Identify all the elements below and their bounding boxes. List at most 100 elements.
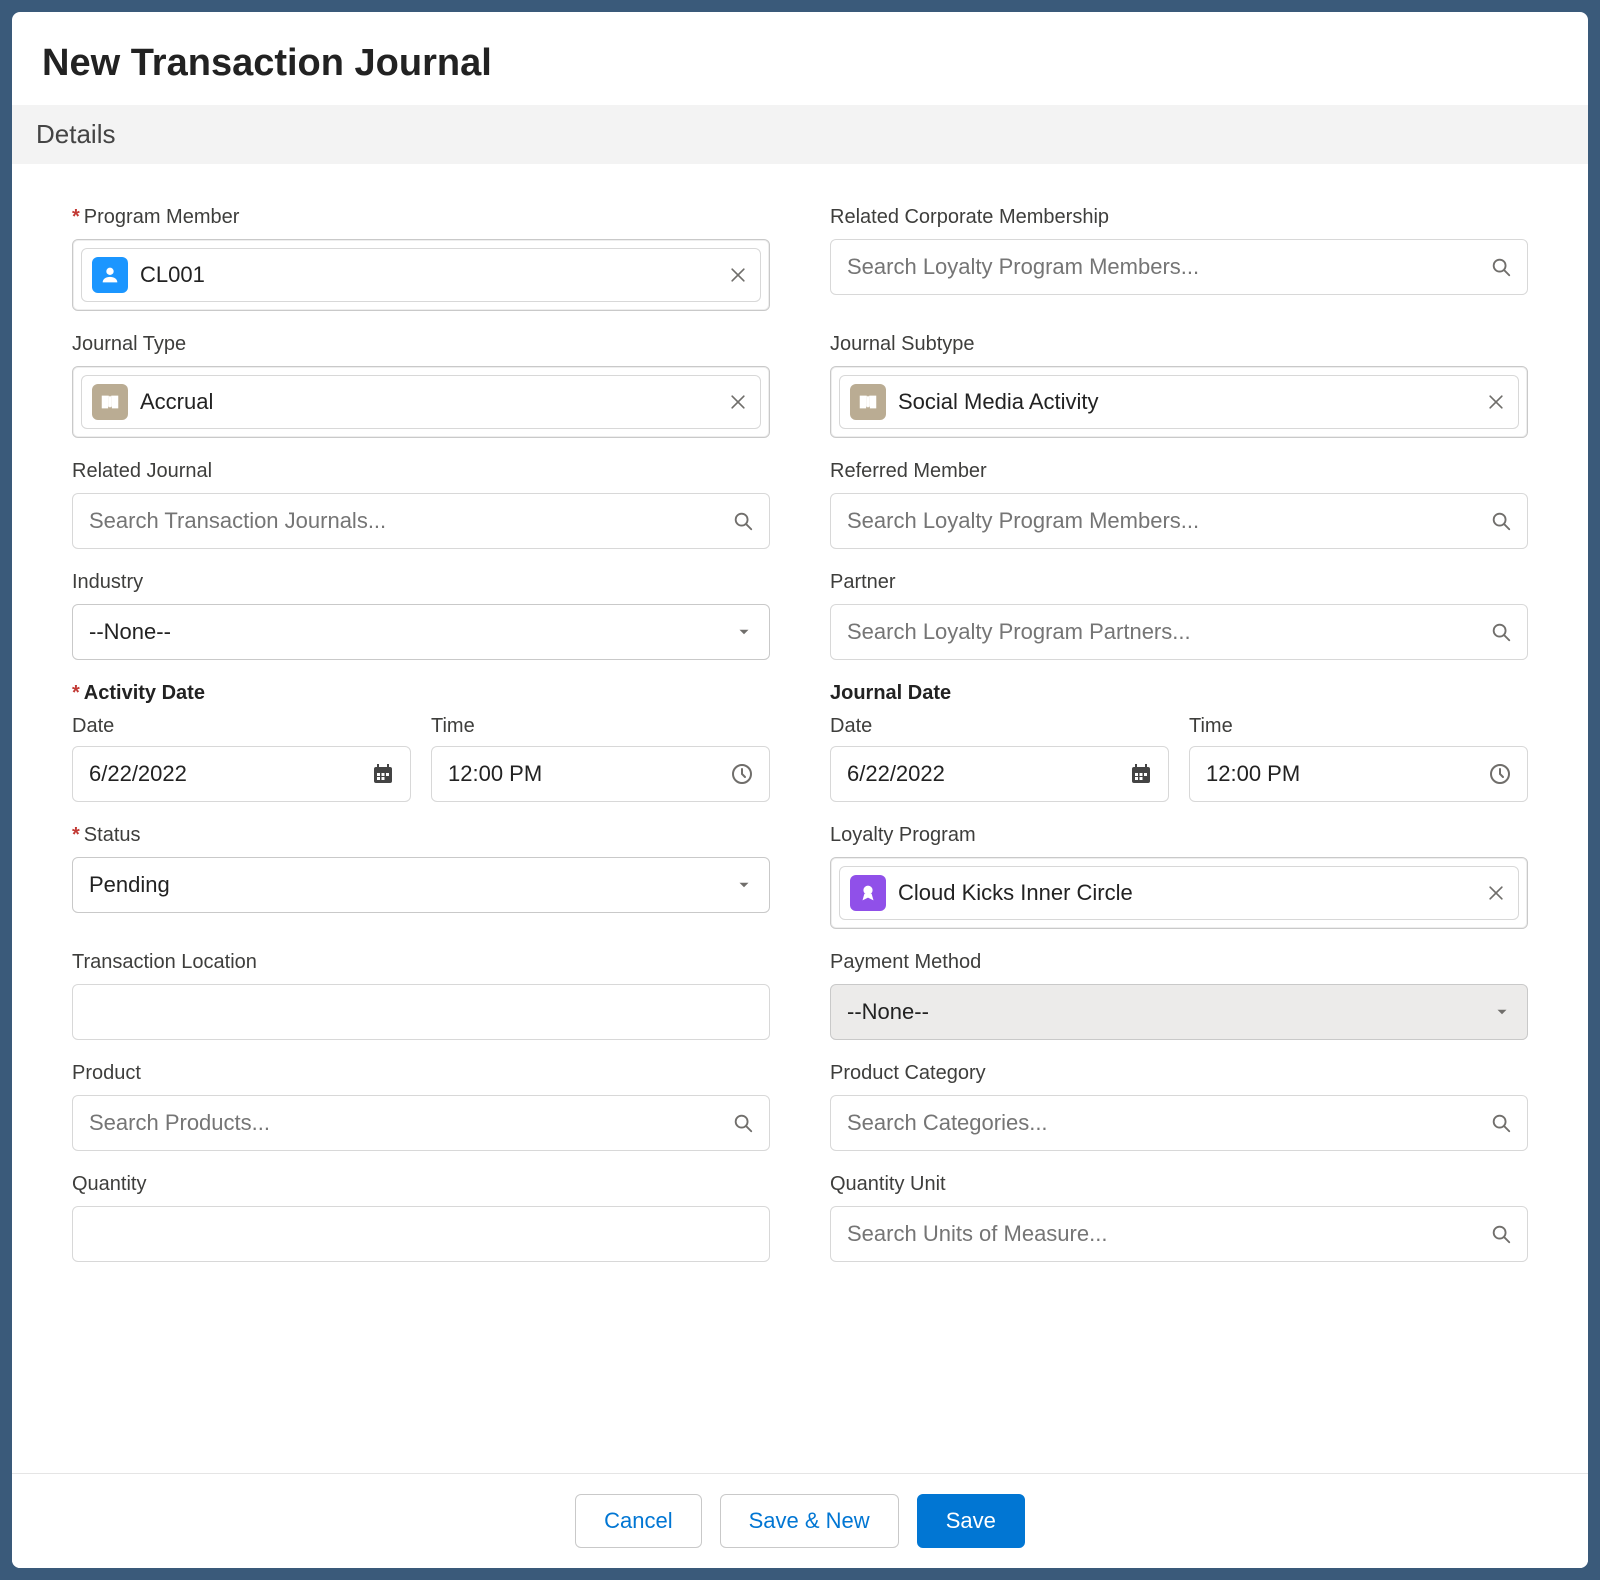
search-icon [1490, 621, 1512, 643]
label-related-corporate-membership: Related Corporate Membership [830, 206, 1109, 229]
new-transaction-journal-modal: New Transaction Journal Details *Program… [12, 12, 1588, 1568]
label-referred-member: Referred Member [830, 460, 987, 483]
label-quantity: Quantity [72, 1173, 146, 1196]
journal-time-input[interactable] [1189, 746, 1528, 802]
field-industry: Industry --None-- [72, 571, 770, 660]
field-status: *Status Pending [72, 824, 770, 929]
label-activity-date: Activity Date [84, 682, 205, 705]
label-industry: Industry [72, 571, 143, 594]
remove-program-member[interactable] [728, 265, 748, 285]
label-product-category: Product Category [830, 1062, 986, 1085]
field-related-corporate-membership: Related Corporate Membership [830, 206, 1528, 311]
label-status: Status [84, 824, 141, 847]
activity-time-input[interactable] [431, 746, 770, 802]
product-category-input[interactable] [830, 1095, 1528, 1151]
referred-member-input[interactable] [830, 493, 1528, 549]
search-icon [1490, 510, 1512, 532]
search-icon [1490, 1223, 1512, 1245]
program-member-lookup[interactable]: CL001 [72, 239, 770, 311]
journal-type-lookup[interactable]: Accrual [72, 366, 770, 438]
field-journal-type: Journal Type Accrual [72, 333, 770, 438]
label-journal-subtype: Journal Subtype [830, 333, 975, 356]
field-activity-date: *Activity Date Date Time [72, 682, 770, 802]
label-time: Time [431, 715, 770, 738]
modal-scroll-area[interactable]: New Transaction Journal Details *Program… [12, 12, 1588, 1473]
label-date: Date [830, 715, 1169, 738]
save-and-new-button[interactable]: Save & New [720, 1494, 899, 1548]
required-marker: * [72, 824, 80, 847]
status-select[interactable]: Pending [72, 857, 770, 913]
remove-journal-type[interactable] [728, 392, 748, 412]
transaction-location-input[interactable] [72, 984, 770, 1040]
label-program-member: Program Member [84, 206, 240, 229]
field-journal-subtype: Journal Subtype Social Media Activity [830, 333, 1528, 438]
search-icon [732, 1112, 754, 1134]
field-referred-member: Referred Member [830, 460, 1528, 549]
clock-icon[interactable] [1488, 762, 1512, 786]
field-loyalty-program: Loyalty Program Cloud Kicks Inner Circle [830, 824, 1528, 929]
field-payment-method: Payment Method --None-- [830, 951, 1528, 1040]
book-icon [92, 384, 128, 420]
clock-icon[interactable] [730, 762, 754, 786]
loyalty-program-lookup[interactable]: Cloud Kicks Inner Circle [830, 857, 1528, 929]
quantity-input[interactable] [72, 1206, 770, 1262]
field-product: Product [72, 1062, 770, 1151]
label-payment-method: Payment Method [830, 951, 981, 974]
caret-down-icon [1493, 1003, 1511, 1021]
search-icon [1490, 256, 1512, 278]
label-transaction-location: Transaction Location [72, 951, 257, 974]
calendar-icon[interactable] [371, 762, 395, 786]
modal-footer: Cancel Save & New Save [12, 1473, 1588, 1568]
payment-method-value: --None-- [847, 999, 929, 1025]
label-journal-type: Journal Type [72, 333, 186, 356]
search-icon [732, 510, 754, 532]
product-input[interactable] [72, 1095, 770, 1151]
award-icon [850, 875, 886, 911]
quantity-unit-input[interactable] [830, 1206, 1528, 1262]
label-time: Time [1189, 715, 1528, 738]
journal-subtype-value: Social Media Activity [898, 389, 1099, 415]
search-icon [1490, 1112, 1512, 1134]
save-button[interactable]: Save [917, 1494, 1025, 1548]
status-value: Pending [89, 872, 170, 898]
cancel-button[interactable]: Cancel [575, 1494, 701, 1548]
modal-title: New Transaction Journal [12, 12, 1588, 105]
related-journal-input[interactable] [72, 493, 770, 549]
journal-type-value: Accrual [140, 389, 213, 415]
remove-journal-subtype[interactable] [1486, 392, 1506, 412]
label-partner: Partner [830, 571, 896, 594]
caret-down-icon [735, 623, 753, 641]
label-product: Product [72, 1062, 141, 1085]
industry-value: --None-- [89, 619, 171, 645]
section-details-header: Details [12, 105, 1588, 164]
field-transaction-location: Transaction Location [72, 951, 770, 1040]
industry-select[interactable]: --None-- [72, 604, 770, 660]
caret-down-icon [735, 876, 753, 894]
field-quantity-unit: Quantity Unit [830, 1173, 1528, 1262]
label-related-journal: Related Journal [72, 460, 212, 483]
remove-loyalty-program[interactable] [1486, 883, 1506, 903]
calendar-icon[interactable] [1129, 762, 1153, 786]
field-journal-date: Journal Date Date Time [830, 682, 1528, 802]
partner-input[interactable] [830, 604, 1528, 660]
field-product-category: Product Category [830, 1062, 1528, 1151]
field-partner: Partner [830, 571, 1528, 660]
label-date: Date [72, 715, 411, 738]
journal-date-input[interactable] [830, 746, 1169, 802]
activity-date-input[interactable] [72, 746, 411, 802]
program-member-value: CL001 [140, 262, 205, 288]
loyalty-program-value: Cloud Kicks Inner Circle [898, 880, 1133, 906]
related-corporate-membership-input[interactable] [830, 239, 1528, 295]
field-quantity: Quantity [72, 1173, 770, 1262]
label-quantity-unit: Quantity Unit [830, 1173, 946, 1196]
person-icon [92, 257, 128, 293]
required-marker: * [72, 206, 80, 229]
field-program-member: *Program Member CL001 [72, 206, 770, 311]
journal-subtype-lookup[interactable]: Social Media Activity [830, 366, 1528, 438]
label-journal-date: Journal Date [830, 682, 951, 705]
required-marker: * [72, 682, 80, 705]
book-icon [850, 384, 886, 420]
payment-method-select[interactable]: --None-- [830, 984, 1528, 1040]
label-loyalty-program: Loyalty Program [830, 824, 976, 847]
field-related-journal: Related Journal [72, 460, 770, 549]
